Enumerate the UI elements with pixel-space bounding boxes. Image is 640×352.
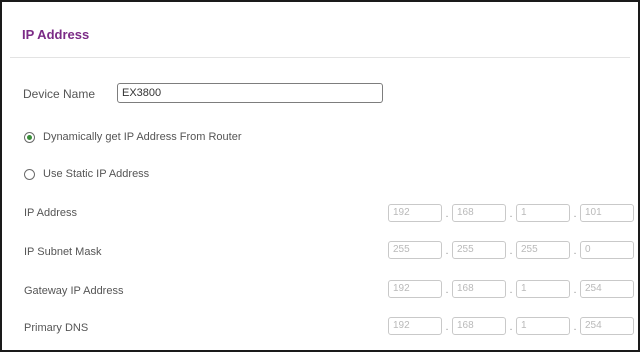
ip-separator: .: [445, 284, 449, 296]
device-name-label: Device Name: [23, 87, 96, 101]
settings-panel: IP Address Device Name EX3800 Dynamicall…: [0, 0, 640, 352]
ip-separator: .: [573, 321, 577, 333]
primary-dns-octet-2[interactable]: 168: [452, 317, 506, 335]
ip-separator: .: [573, 245, 577, 257]
gateway-ip-octet-3[interactable]: 1: [516, 280, 570, 298]
gateway-ip-label: Gateway IP Address: [24, 285, 124, 297]
primary-dns-octet-3[interactable]: 1: [516, 317, 570, 335]
ip-address-octet-4[interactable]: 101: [580, 204, 634, 222]
gateway-ip-octet-2[interactable]: 168: [452, 280, 506, 298]
subnet-mask-octet-2[interactable]: 255: [452, 241, 506, 259]
dynamic-ip-option[interactable]: Dynamically get IP Address From Router: [24, 131, 241, 143]
device-name-input[interactable]: EX3800: [117, 83, 383, 103]
static-ip-label: Use Static IP Address: [43, 168, 150, 180]
radio-static-ip[interactable]: [24, 168, 35, 180]
subnet-mask-octet-4[interactable]: 0: [580, 241, 634, 259]
static-ip-option[interactable]: Use Static IP Address: [24, 168, 149, 180]
ip-separator: .: [509, 284, 513, 296]
ip-address-octet-2[interactable]: 168: [452, 204, 506, 222]
ip-separator: .: [445, 321, 449, 333]
radio-selected-dot: [27, 134, 32, 140]
ip-separator: .: [509, 208, 513, 220]
gateway-ip-octet-1[interactable]: 192: [388, 280, 442, 298]
dynamic-ip-label: Dynamically get IP Address From Router: [43, 131, 242, 143]
ip-separator: .: [573, 208, 577, 220]
ip-separator: .: [445, 208, 449, 220]
primary-dns-octet-4[interactable]: 254: [580, 317, 634, 335]
ip-address-label: IP Address: [24, 207, 77, 219]
subnet-mask-octet-1[interactable]: 255: [388, 241, 442, 259]
gateway-ip-octet-4[interactable]: 254: [580, 280, 634, 298]
section-divider: [10, 57, 630, 58]
primary-dns-label: Primary DNS: [24, 322, 89, 334]
section-title: IP Address: [22, 27, 90, 42]
primary-dns-octet-1[interactable]: 192: [388, 317, 442, 335]
subnet-mask-octet-3[interactable]: 255: [516, 241, 570, 259]
radio-dynamic-ip[interactable]: [24, 131, 35, 143]
ip-separator: .: [509, 245, 513, 257]
ip-address-octet-1[interactable]: 192: [388, 204, 442, 222]
ip-address-octet-3[interactable]: 1: [516, 204, 570, 222]
ip-separator: .: [509, 321, 513, 333]
ip-separator: .: [573, 284, 577, 296]
ip-separator: .: [445, 245, 449, 257]
subnet-mask-label: IP Subnet Mask: [24, 246, 102, 258]
